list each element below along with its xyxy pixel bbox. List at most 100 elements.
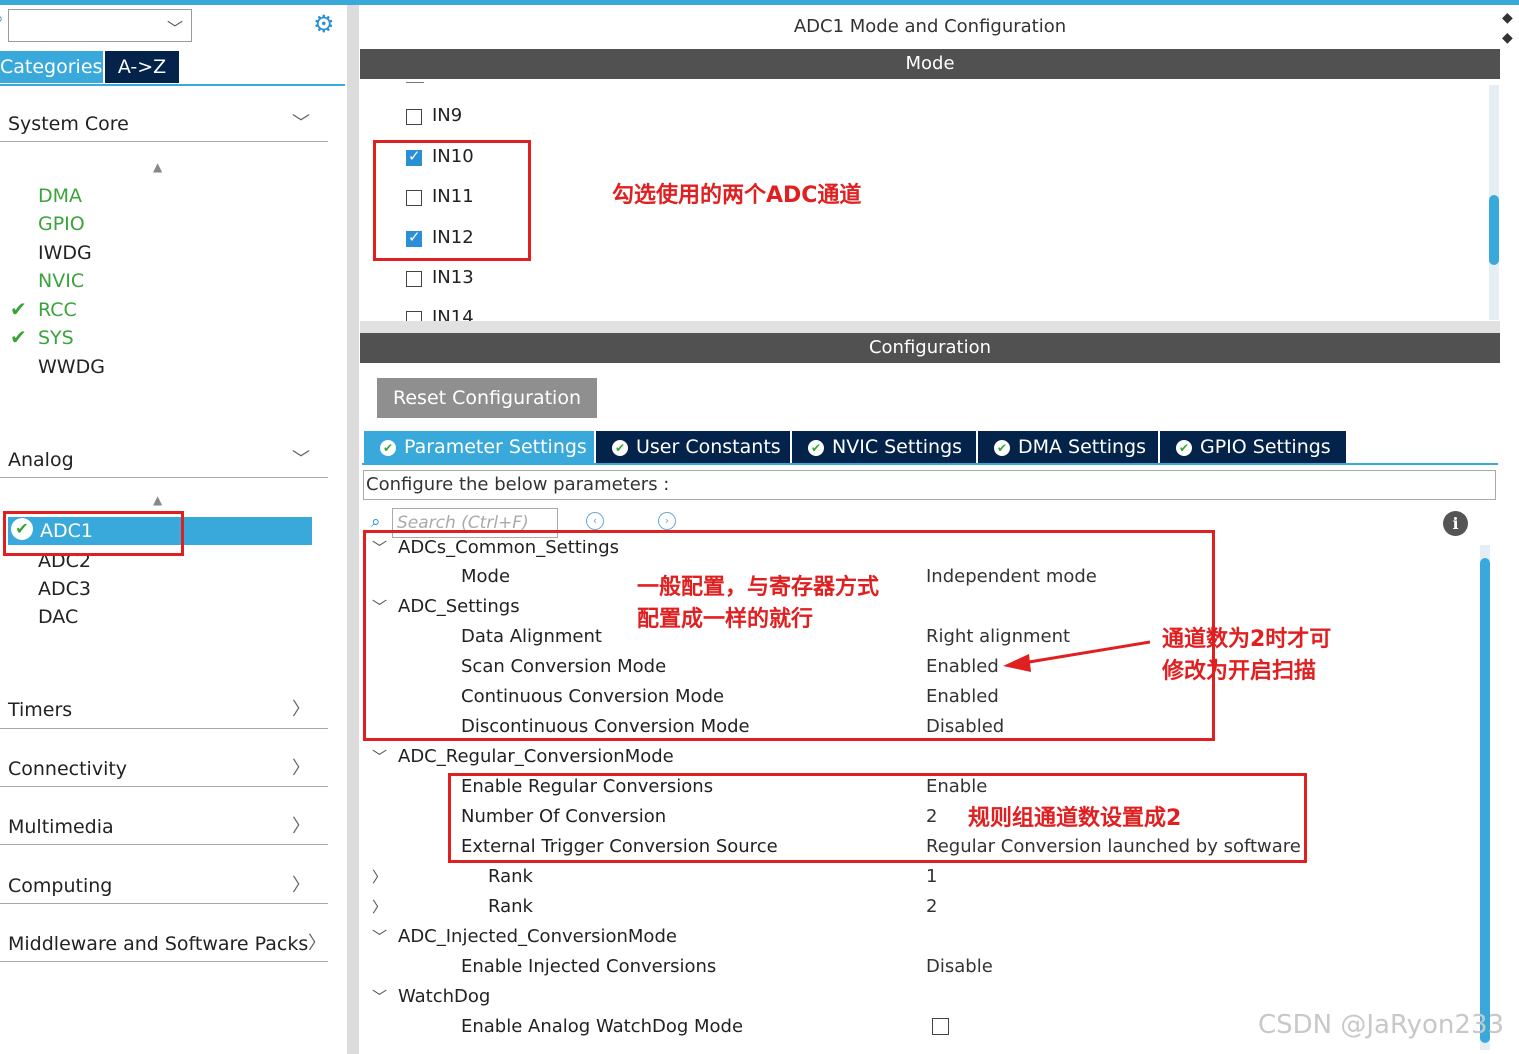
page-title: ADC1 Mode and Configuration xyxy=(793,16,1067,37)
sidebar-item-iwdg[interactable]: IWDG xyxy=(38,239,92,267)
chevron-right-icon: 〉 xyxy=(292,699,310,720)
tab-label: User Constants xyxy=(636,436,781,458)
panel-splitter[interactable] xyxy=(347,5,359,1054)
sidebar-item-gpio[interactable]: GPIO xyxy=(38,210,85,238)
peripheral-combo[interactable]: ﹀ xyxy=(8,9,192,42)
sidebar-item-sys[interactable]: SYS xyxy=(38,324,74,352)
annotation-channels: 勾选使用的两个ADC通道 xyxy=(612,183,862,208)
category-label: System Core xyxy=(8,113,129,135)
parameter-scrollbar-thumb[interactable] xyxy=(1480,558,1490,1043)
channel-label-in9: IN9 xyxy=(432,105,463,126)
search-icon[interactable]: ⌕ xyxy=(0,9,4,29)
category-timers[interactable]: Timers 〉 xyxy=(8,692,328,728)
gear-icon[interactable]: ⚙ xyxy=(313,10,335,38)
annotation-arrow xyxy=(1003,640,1151,672)
group-adc-injected-conversionmode[interactable]: ﹀ ADC_Injected_ConversionMode xyxy=(362,922,1462,952)
category-multimedia[interactable]: Multimedia 〉 xyxy=(8,809,328,845)
configuration-header: Configuration xyxy=(360,333,1500,363)
ok-icon: ✔ xyxy=(380,440,396,456)
group-watchdog[interactable]: ﹀ WatchDog xyxy=(362,982,1462,1012)
ok-icon: ✔ xyxy=(994,440,1010,456)
sidebar-item-dma[interactable]: DMA xyxy=(38,182,82,210)
annotation-scan-1: 通道数为2时才可 xyxy=(1162,627,1332,652)
param-row[interactable]: Enable Injected Conversions Disable xyxy=(362,952,1462,982)
tab-underline xyxy=(0,84,345,86)
section-gap xyxy=(360,321,1500,333)
category-middleware[interactable]: Middleware and Software Packs 〉 xyxy=(8,926,328,962)
divider xyxy=(406,82,424,83)
sort-icon[interactable]: ▲ xyxy=(153,160,162,174)
checkbox-in13[interactable] xyxy=(406,271,422,287)
mode-panel: IN9 IN10 IN11 IN12 IN13 IN14 xyxy=(360,79,1500,321)
tab-label: GPIO Settings xyxy=(1200,436,1331,458)
category-label: Multimedia xyxy=(8,816,114,838)
next-match-icon[interactable]: › xyxy=(658,512,676,530)
info-icon[interactable]: i xyxy=(1443,511,1468,536)
category-label: Middleware and Software Packs xyxy=(8,933,309,955)
category-connectivity[interactable]: Connectivity 〉 xyxy=(8,751,328,787)
annotation-box-adc1 xyxy=(3,511,184,556)
param-name: Enable Analog WatchDog Mode xyxy=(461,1016,744,1037)
group-label: WatchDog xyxy=(398,986,491,1007)
category-label: Analog xyxy=(8,449,74,471)
ok-icon: ✔ xyxy=(808,440,824,456)
param-row-rank[interactable]: 〉 Rank 2 xyxy=(362,892,1462,922)
watermark: CSDN @JaRyon233 xyxy=(1258,1010,1505,1040)
tab-categories[interactable]: Categories xyxy=(0,51,103,83)
param-row-rank[interactable]: 〉 Rank 1 xyxy=(362,862,1462,892)
param-name: Rank xyxy=(488,866,533,887)
chevron-right-icon: 〉 xyxy=(292,816,310,837)
chevron-right-icon: 〉 xyxy=(308,933,326,954)
tab-nvic-settings[interactable]: ✔ NVIC Settings xyxy=(792,431,976,463)
scroll-arrows-icon[interactable]: ◆ ◆ xyxy=(1502,8,1513,48)
annotation-common-2: 配置成一样的就行 xyxy=(637,607,814,632)
chevron-down-icon: ﹀ xyxy=(166,19,183,38)
channel-label-in13: IN13 xyxy=(432,267,474,288)
chevron-down-icon: ﹀ xyxy=(372,748,388,766)
category-analog[interactable]: Analog ﹀ xyxy=(8,442,328,478)
category-computing[interactable]: Computing 〉 xyxy=(8,868,328,904)
sidebar-item-adc3[interactable]: ADC3 xyxy=(38,575,91,603)
ok-icon: ✔ xyxy=(612,440,628,456)
divider xyxy=(0,477,328,478)
group-adc-regular-conversionmode[interactable]: ﹀ ADC_Regular_ConversionMode xyxy=(362,742,1462,772)
category-system-core[interactable]: System Core ﹀ xyxy=(8,106,328,142)
tab-gpio-settings[interactable]: ✔ GPIO Settings xyxy=(1160,431,1346,463)
sidebar-item-nvic[interactable]: NVIC xyxy=(38,267,84,295)
mode-header: Mode xyxy=(360,49,1500,79)
checkbox-in14[interactable] xyxy=(406,311,422,321)
reset-configuration-button[interactable]: Reset Configuration xyxy=(377,378,597,418)
chevron-down-icon: ﹀ xyxy=(372,988,388,1006)
param-value: 2 xyxy=(926,896,938,917)
param-value: Disable xyxy=(926,956,993,977)
sidebar-item-wwdg[interactable]: WWDG xyxy=(38,353,105,381)
tab-a-z[interactable]: A->Z xyxy=(105,51,179,83)
checkbox-in9[interactable] xyxy=(406,109,422,125)
param-name: Enable Injected Conversions xyxy=(461,956,717,977)
ok-icon: ✔ xyxy=(1176,440,1192,456)
chevron-right-icon: 〉 xyxy=(292,875,310,896)
chevron-right-icon: 〉 xyxy=(372,898,388,916)
check-icon: ✔ xyxy=(10,325,27,349)
configure-hint: Configure the below parameters : xyxy=(363,470,1496,500)
tab-dma-settings[interactable]: ✔ DMA Settings xyxy=(978,431,1158,463)
group-label: ADC_Regular_ConversionMode xyxy=(398,746,674,767)
annotation-regular: 规则组通道数设置成2 xyxy=(968,806,1182,831)
divider xyxy=(0,844,328,845)
mode-scrollbar-thumb[interactable] xyxy=(1489,195,1499,265)
watchdog-checkbox[interactable] xyxy=(932,1018,949,1035)
sort-icon[interactable]: ▲ xyxy=(153,493,162,507)
annotation-scan-2: 修改为开启扫描 xyxy=(1162,659,1317,684)
tab-label: Parameter Settings xyxy=(404,436,587,458)
annotation-box-channels xyxy=(373,140,531,261)
divider xyxy=(0,903,328,904)
sidebar-item-dac[interactable]: DAC xyxy=(38,603,78,631)
tab-parameter-settings[interactable]: ✔ Parameter Settings xyxy=(364,431,594,463)
divider xyxy=(0,786,328,787)
sidebar-item-rcc[interactable]: RCC xyxy=(38,296,77,324)
tab-user-constants[interactable]: ✔ User Constants xyxy=(596,431,790,463)
previous-match-icon[interactable]: ‹ xyxy=(586,512,604,530)
category-label: Timers xyxy=(8,699,73,721)
chevron-down-icon: ﹀ xyxy=(372,928,388,946)
chevron-right-icon: 〉 xyxy=(292,758,310,779)
